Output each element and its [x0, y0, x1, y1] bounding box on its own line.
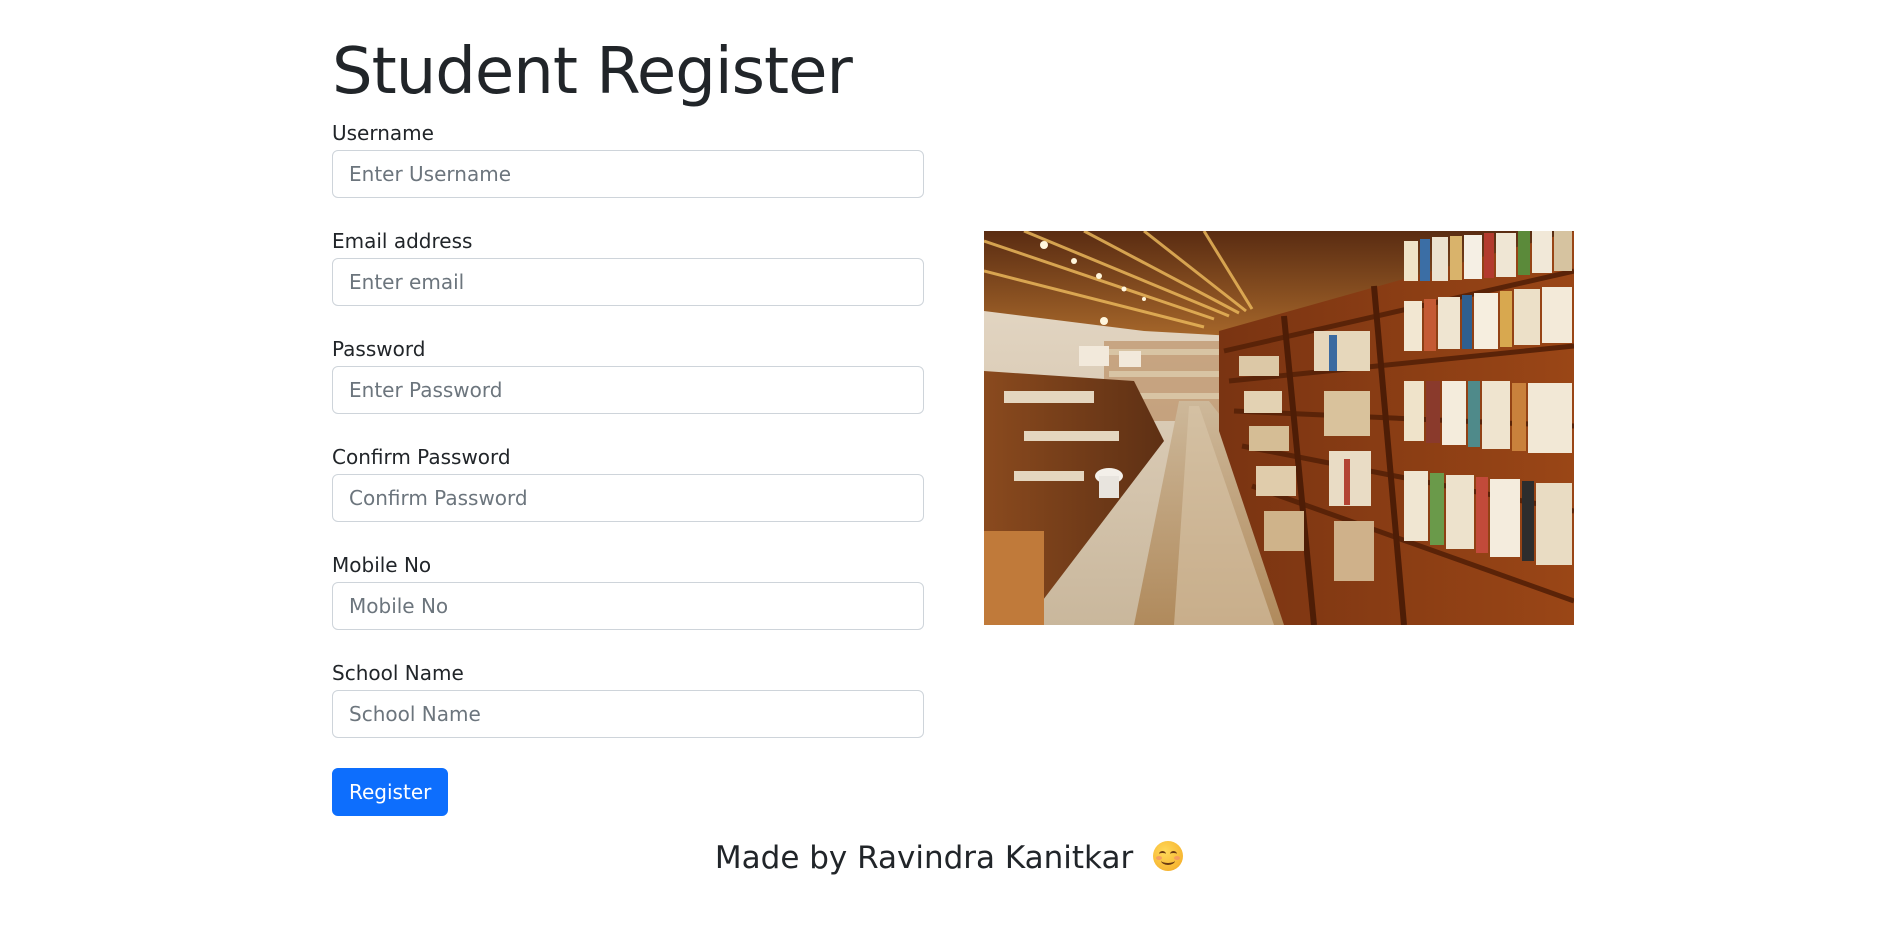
page-title: Student Register — [332, 35, 853, 109]
footer: Made by Ravindra Kanitkar — [0, 836, 1898, 880]
footer-credit: Made by Ravindra Kanitkar — [714, 840, 1134, 876]
confirm-password-group: Confirm Password — [332, 444, 924, 552]
email-group: Email address — [332, 228, 924, 336]
password-input[interactable] — [332, 366, 924, 414]
mobile-label: Mobile No — [332, 553, 432, 577]
email-label: Email address — [332, 229, 473, 253]
register-page: Student Register Username Email address … — [0, 0, 1898, 932]
register-form: Username Email address Password Confirm … — [332, 120, 924, 768]
school-name-label: School Name — [332, 661, 464, 685]
school-name-group: School Name — [332, 660, 924, 768]
password-label: Password — [332, 337, 426, 361]
register-button[interactable]: Register — [332, 768, 449, 816]
mobile-group: Mobile No — [332, 552, 924, 660]
smiling-face-icon — [1153, 841, 1184, 871]
password-group: Password — [332, 336, 924, 444]
confirm-password-label: Confirm Password — [332, 445, 511, 469]
library-photo — [984, 231, 1574, 625]
username-label: Username — [332, 121, 434, 145]
username-input[interactable] — [332, 150, 924, 198]
mobile-input[interactable] — [332, 582, 924, 630]
email-input[interactable] — [332, 258, 924, 306]
username-group: Username — [332, 120, 924, 228]
school-name-input[interactable] — [332, 690, 924, 738]
confirm-password-input[interactable] — [332, 474, 924, 522]
